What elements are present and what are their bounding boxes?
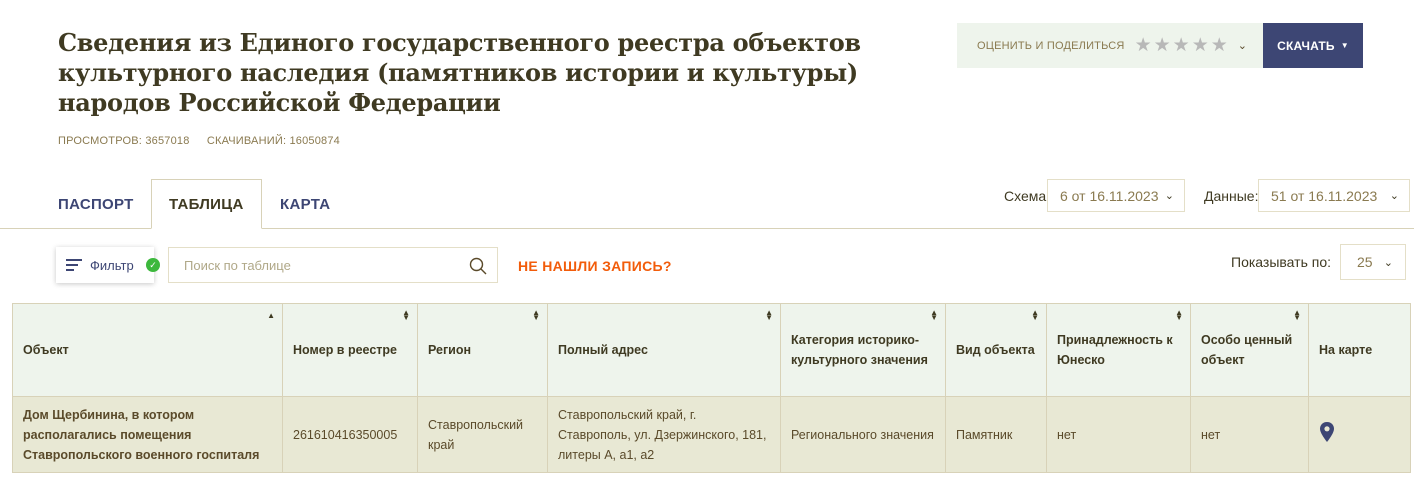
registry-table: Объект ▲ Номер в реестре ▲ ▼ Регион ▲ ▼ Полны… (12, 303, 1411, 473)
star-icon[interactable]: ★ (1135, 36, 1152, 55)
star-icon[interactable]: ★ (1192, 36, 1209, 55)
table-header-row: Объект ▲ Номер в реестре ▲ ▼ Регион ▲ ▼ Полны… (12, 303, 1411, 397)
star-icon[interactable]: ★ (1173, 36, 1190, 55)
column-header-label: Объект (23, 343, 69, 357)
views-count: ПРОСМОТРОВ: 3657018 (58, 135, 190, 147)
table-row[interactable]: Дом Щербинина, в котором располагались п… (12, 396, 1411, 473)
not-found-link[interactable]: НЕ НАШЛИ ЗАПИСЬ? (518, 258, 672, 274)
schema-version-select[interactable]: 6 от 16.11.2023 ⌄ (1047, 179, 1185, 212)
per-page-label: Показывать по: (1231, 254, 1332, 270)
star-icon[interactable]: ★ (1154, 36, 1171, 55)
filter-icon (66, 258, 82, 272)
column-header-map: На карте (1308, 303, 1411, 397)
per-page-select[interactable]: 25 ⌄ (1340, 244, 1406, 280)
table-search[interactable] (168, 247, 498, 283)
rating-stars[interactable]: ★ ★ ★ ★ ★ (1135, 36, 1228, 55)
filter-label: Фильтр (90, 257, 134, 273)
chevron-down-icon[interactable]: ⌄ (1238, 39, 1247, 52)
cell-map (1308, 396, 1411, 473)
caret-down-icon: ▼ (1340, 41, 1349, 50)
column-header-unesco[interactable]: Принадлежность к Юнеско ▲ ▼ (1046, 303, 1191, 397)
rate-share-dropdown[interactable]: ОЦЕНИТЬ И ПОДЕЛИТЬСЯ ★ ★ ★ ★ ★ ⌄ (957, 23, 1263, 68)
star-icon[interactable]: ★ (1211, 36, 1228, 55)
data-version-select[interactable]: 51 от 16.11.2023 ⌄ (1258, 179, 1410, 212)
cell-category: Регионального значения (780, 396, 946, 473)
tab-table[interactable]: ТАБЛИЦА (151, 179, 262, 229)
dataset-stats: ПРОСМОТРОВ: 3657018 СКАЧИВАНИЙ: 16050874 (58, 135, 354, 147)
data-version-value: 51 от 16.11.2023 (1271, 187, 1378, 204)
page-title: Сведения из Единого государственного рее… (58, 28, 861, 117)
chevron-down-icon: ⌄ (1389, 190, 1399, 202)
column-header-label: Категория историко-культурного значения (791, 333, 928, 367)
sort-icon[interactable]: ▲ ▼ (930, 309, 938, 322)
chevron-down-icon: ⌄ (1164, 190, 1174, 202)
search-input[interactable] (184, 257, 464, 273)
download-label: СКАЧАТЬ (1277, 38, 1335, 53)
sort-icon[interactable]: ▲ ▼ (765, 309, 773, 322)
sort-icon[interactable]: ▲ ▼ (1293, 309, 1301, 322)
sort-icon[interactable]: ▲ ▼ (1175, 309, 1183, 322)
column-header-object[interactable]: Объект ▲ (12, 303, 283, 397)
cell-valuable: нет (1190, 396, 1309, 473)
cell-unesco: нет (1046, 396, 1191, 473)
column-header-label: Особо ценный объект (1201, 333, 1293, 367)
sort-icon[interactable]: ▲ ▼ (1031, 309, 1039, 322)
column-header-label: Полный адрес (558, 343, 648, 357)
tab-map[interactable]: КАРТА (280, 179, 330, 229)
sort-asc-icon[interactable]: ▲ (267, 312, 275, 320)
column-header-address[interactable]: Полный адрес ▲ ▼ (547, 303, 781, 397)
schema-label: Схема: (1004, 188, 1051, 204)
data-version-label: Данные: (1204, 188, 1259, 204)
chevron-down-icon: ⌄ (1383, 256, 1393, 269)
cell-address: Ставропольский край, г. Ставрополь, ул. … (547, 396, 781, 473)
cell-region: Ставропольский край (417, 396, 548, 473)
filter-button[interactable]: Фильтр (56, 247, 154, 283)
downloads-count: СКАЧИВАНИЙ: 16050874 (206, 135, 340, 147)
column-header-label: Регион (428, 343, 472, 357)
column-header-label: Вид объекта (956, 343, 1035, 357)
column-header-valuable[interactable]: Особо ценный объект ▲ ▼ (1190, 303, 1309, 397)
map-pin-icon[interactable] (1319, 421, 1335, 443)
column-header-kind[interactable]: Вид объекта ▲ ▼ (945, 303, 1047, 397)
column-header-number[interactable]: Номер в реестре ▲ ▼ (282, 303, 418, 397)
sort-icon[interactable]: ▲ ▼ (402, 309, 410, 322)
cell-object[interactable]: Дом Щербинина, в котором располагались п… (12, 396, 283, 473)
filter-active-check-icon: ✓ (146, 258, 160, 272)
tab-passport[interactable]: ПАСПОРТ (58, 179, 134, 229)
column-header-label: Принадлежность к Юнеско (1057, 333, 1173, 367)
cell-kind: Памятник (945, 396, 1047, 473)
per-page-value: 25 (1357, 254, 1373, 270)
cell-number: 261610416350005 (282, 396, 418, 473)
column-header-label: Номер в реестре (293, 343, 397, 357)
download-button[interactable]: СКАЧАТЬ ▼ (1263, 23, 1363, 68)
column-header-region[interactable]: Регион ▲ ▼ (417, 303, 548, 397)
sort-icon[interactable]: ▲ ▼ (532, 309, 540, 322)
schema-version-value: 6 от 16.11.2023 (1060, 187, 1159, 204)
search-icon[interactable] (469, 257, 487, 275)
column-header-label: На карте (1319, 343, 1373, 357)
rate-share-label: ОЦЕНИТЬ И ПОДЕЛИТЬСЯ (977, 39, 1125, 52)
column-header-category[interactable]: Категория историко-культурного значения ▲… (780, 303, 946, 397)
